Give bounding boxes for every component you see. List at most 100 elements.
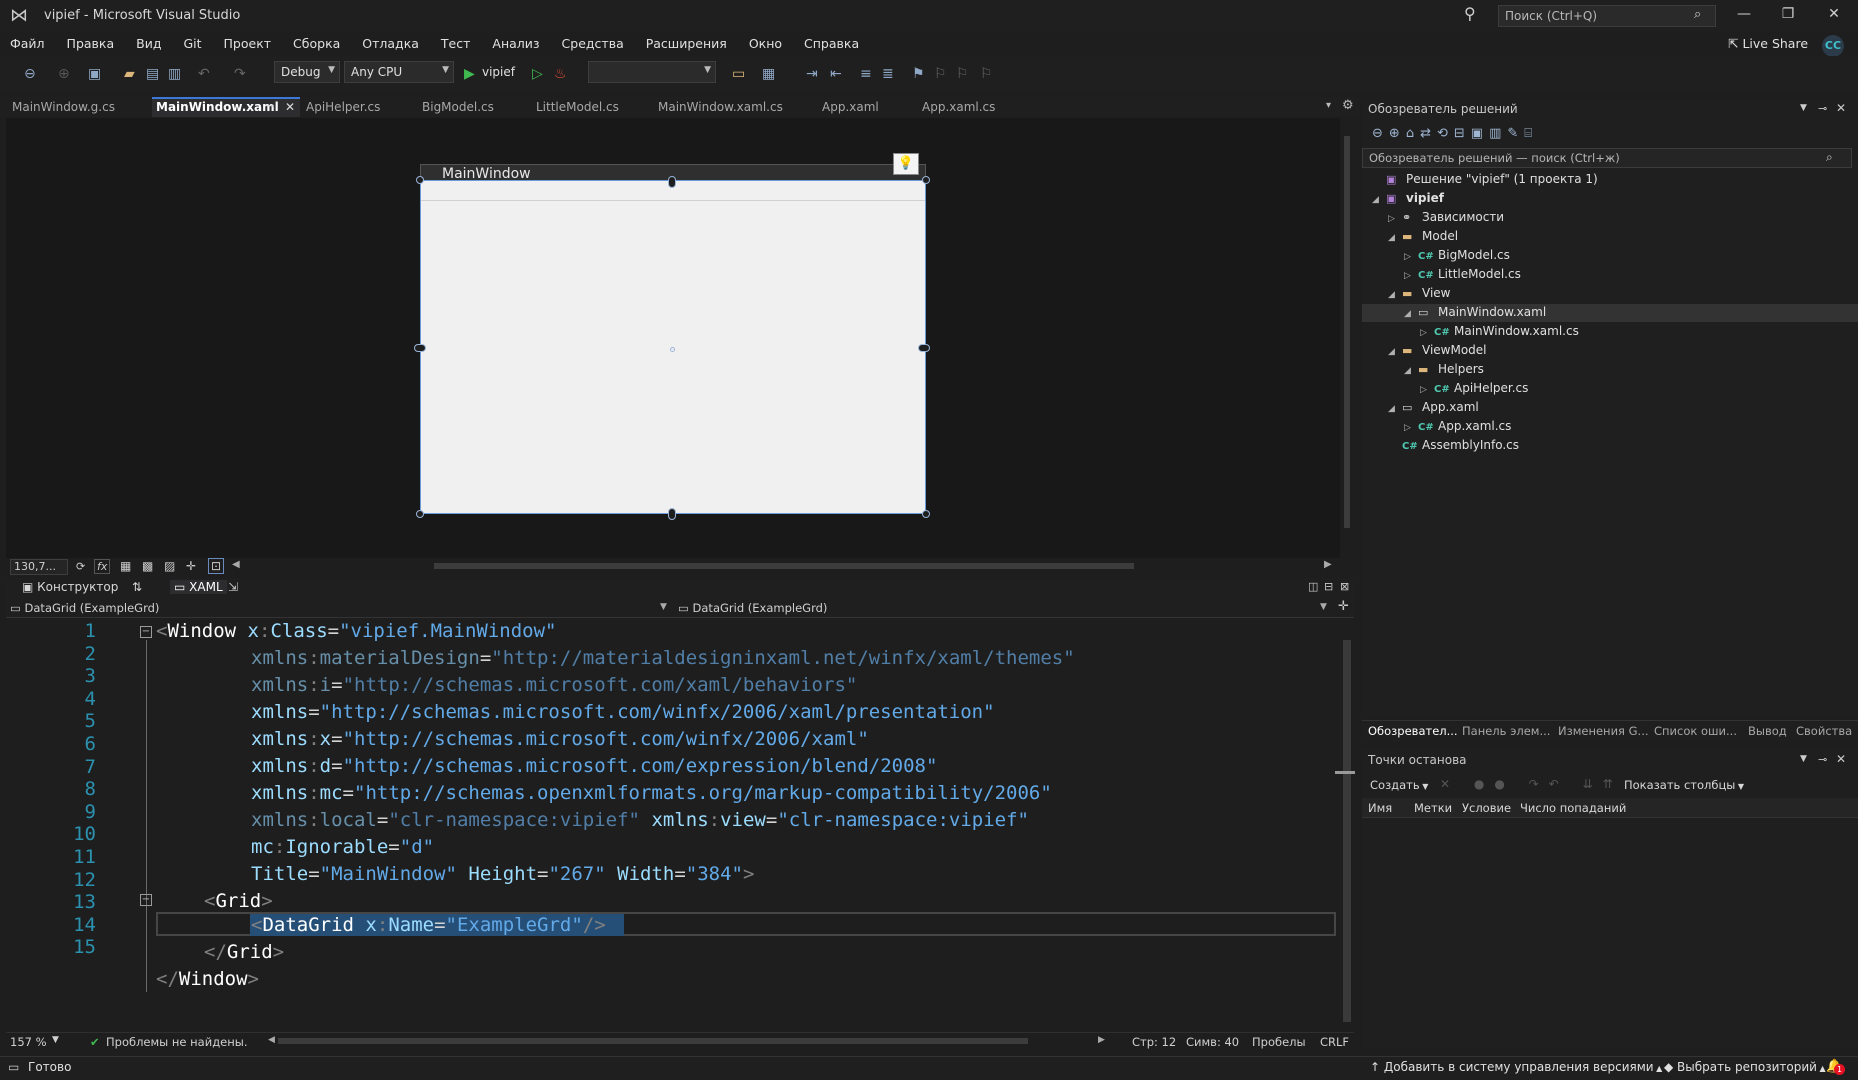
designer-vertical-scroll-thumb[interactable]: [1344, 136, 1350, 528]
step-icon[interactable]: ⇥: [806, 66, 818, 82]
start-debugging-icon[interactable]: ▶: [464, 66, 475, 82]
tab-git-changes[interactable]: Изменения G...: [1558, 724, 1649, 738]
chevron-down-icon[interactable]: ▼: [660, 602, 667, 612]
global-search-input[interactable]: Поиск (Ctrl+Q): [1498, 5, 1716, 27]
browse-folder-icon[interactable]: ▭: [732, 66, 745, 82]
code-line-4[interactable]: xmlns="http://schemas.microsoft.com/winf…: [156, 701, 995, 723]
resize-handle-top[interactable]: [668, 176, 676, 188]
collapse-pane-icon[interactable]: ⊠: [1340, 580, 1349, 593]
resize-handle-left[interactable]: [414, 344, 426, 352]
run-target-label[interactable]: vipief: [482, 65, 515, 79]
menu-item-3[interactable]: Git: [183, 36, 201, 51]
tab-littlemodel-cs[interactable]: LittleModel.cs: [536, 100, 619, 114]
save-icon[interactable]: ▤: [146, 66, 159, 82]
navigate-back-icon[interactable]: ⊖: [24, 66, 36, 82]
line-ending-indicator[interactable]: CRLF: [1320, 1035, 1349, 1049]
code-line-14[interactable]: </Window>: [156, 968, 259, 990]
tab-apihelper-cs[interactable]: ApiHelper.cs: [306, 100, 380, 114]
tab-xaml[interactable]: ▭ XAML: [170, 580, 227, 594]
solution-explorer-search[interactable]: Обозреватель решений — поиск (Ctrl+ж): [1362, 148, 1852, 168]
tree-item[interactable]: ▷ C# BigModel.cs: [1404, 246, 1510, 265]
tab-error-list[interactable]: Список оши...: [1654, 724, 1737, 738]
open-file-icon[interactable]: ▰: [124, 66, 135, 82]
close-tab-icon[interactable]: ✕: [285, 100, 295, 114]
code-line-8[interactable]: xmlns:local="clr-namespace:vipief" xmlns…: [156, 809, 1029, 831]
designer-zoom-dropdown[interactable]: 130,7...: [10, 559, 68, 575]
tree-expander-icon[interactable]: ◢: [1404, 305, 1418, 324]
collapse-region-icon[interactable]: −: [140, 626, 152, 638]
tab-toolbox[interactable]: Панель элем...: [1462, 724, 1550, 738]
snap-grid-icon[interactable]: ▩: [142, 559, 153, 573]
save-all-icon[interactable]: ▥: [168, 66, 181, 82]
close-panel-icon[interactable]: ✕: [1836, 752, 1846, 766]
collapse-all-icon[interactable]: ⊟: [1454, 126, 1471, 141]
home-icon[interactable]: ⌂: [1406, 126, 1420, 141]
popout-xaml-icon[interactable]: ⇲: [228, 580, 238, 594]
align-icon[interactable]: ⇤: [830, 66, 842, 82]
resize-handle-bottom-right[interactable]: [922, 510, 930, 518]
resize-handle-top-right[interactable]: [922, 176, 930, 184]
tab-properties[interactable]: Свойства: [1796, 724, 1852, 738]
menu-item-5[interactable]: Сборка: [293, 36, 340, 51]
tab-mainwindow-xaml-cs[interactable]: MainWindow.xaml.cs: [658, 100, 783, 114]
tab-app-xaml-cs[interactable]: App.xaml.cs: [922, 100, 995, 114]
menu-item-11[interactable]: Окно: [749, 36, 782, 51]
menu-item-6[interactable]: Отладка: [362, 36, 419, 51]
tab-app-xaml[interactable]: App.xaml: [822, 100, 879, 114]
menu-item-10[interactable]: Расширения: [646, 36, 727, 51]
tree-item[interactable]: ◢ ▬ View: [1388, 284, 1450, 303]
indent-icon[interactable]: ≡: [860, 66, 872, 82]
tab-solution-explorer[interactable]: Обозревател...: [1368, 724, 1458, 738]
pin-icon[interactable]: ⊸: [266, 101, 274, 112]
tab-designer[interactable]: ▣ Конструктор: [22, 580, 118, 594]
code-line-3[interactable]: xmlns:i="http://schemas.microsoft.com/xa…: [156, 674, 857, 696]
split-editor-icon[interactable]: ✛: [1338, 599, 1349, 614]
horizontal-split-icon[interactable]: ⊟: [1324, 580, 1333, 593]
tree-item[interactable]: ▷ C# LittleModel.cs: [1404, 265, 1521, 284]
forward-icon[interactable]: ⊕: [1389, 126, 1406, 141]
search-icon[interactable]: ⌕: [1694, 7, 1701, 22]
tree-item[interactable]: ▣ Решение "vipief" (1 проекта 1): [1372, 170, 1598, 189]
editor-vertical-scroll-thumb[interactable]: [1343, 640, 1351, 1022]
resize-handle-right[interactable]: [918, 344, 930, 352]
bookmark-next-icon[interactable]: ⚐: [956, 66, 969, 82]
menu-item-9[interactable]: Средства: [562, 36, 624, 51]
menu-item-1[interactable]: Правка: [67, 36, 115, 51]
lightbulb-icon[interactable]: 💡: [893, 153, 919, 175]
resize-handle-bottom[interactable]: [668, 508, 676, 520]
tree-item[interactable]: ◢ ▬ ViewModel: [1388, 341, 1487, 360]
code-line-5[interactable]: xmlns:x="http://schemas.microsoft.com/wi…: [156, 728, 869, 750]
settings-gear-icon[interactable]: ⚙: [1342, 98, 1354, 113]
tree-expander-icon[interactable]: ◢: [1388, 286, 1402, 305]
tab-overflow-chevron-icon[interactable]: ▾: [1326, 100, 1331, 111]
code-line-13[interactable]: </Grid>: [156, 941, 284, 963]
pin-icon[interactable]: ⊸: [1818, 102, 1827, 115]
avatar[interactable]: CC: [1822, 35, 1844, 57]
chevron-down-icon[interactable]: ▼: [1800, 754, 1807, 764]
tree-item[interactable]: ▷ C# ApiHelper.cs: [1420, 379, 1528, 398]
switch-views-icon[interactable]: ⇄: [1420, 126, 1437, 141]
tree-expander-icon[interactable]: ◢: [1388, 229, 1402, 248]
live-share-button[interactable]: ⇱ Live Share: [1728, 36, 1808, 51]
vertical-split-icon[interactable]: ◫: [1308, 580, 1318, 593]
swap-panes-button[interactable]: ⇅: [132, 580, 142, 594]
create-breakpoint-dropdown[interactable]: Создать ▼: [1370, 778, 1428, 792]
element-navigation-dropdown[interactable]: ▭ DataGrid (ExampleGrd): [10, 601, 159, 615]
navigate-forward-icon[interactable]: ⊕: [58, 66, 70, 82]
configuration-dropdown[interactable]: Debug ▼: [274, 61, 340, 83]
pin-icon[interactable]: ⊸: [1818, 753, 1827, 766]
menu-item-4[interactable]: Проект: [224, 36, 272, 51]
scroll-left-icon[interactable]: ◀: [232, 559, 240, 570]
issues-indicator[interactable]: Проблемы не найдены.: [106, 1035, 247, 1049]
back-icon[interactable]: ⊖: [1372, 126, 1389, 141]
layout-icon[interactable]: ▦: [762, 66, 775, 82]
minimize-button[interactable]: —: [1724, 6, 1764, 26]
tab-mainwindow-g-cs[interactable]: MainWindow.g.cs: [12, 100, 115, 114]
code-line-12[interactable]: <DataGrid x:Name="ExampleGrd"/>: [156, 914, 606, 936]
redo-icon[interactable]: ↷: [234, 66, 246, 82]
effects-icon[interactable]: fx: [94, 559, 111, 574]
collapse-region-icon[interactable]: −: [140, 894, 152, 906]
breakpoint-toolbar-icons[interactable]: ✕ ●● ↷↶ ⇊⇈: [1440, 777, 1623, 791]
member-navigation-dropdown[interactable]: ▭ DataGrid (ExampleGrd): [678, 601, 827, 615]
column-indicator[interactable]: Симв: 40: [1186, 1035, 1239, 1049]
